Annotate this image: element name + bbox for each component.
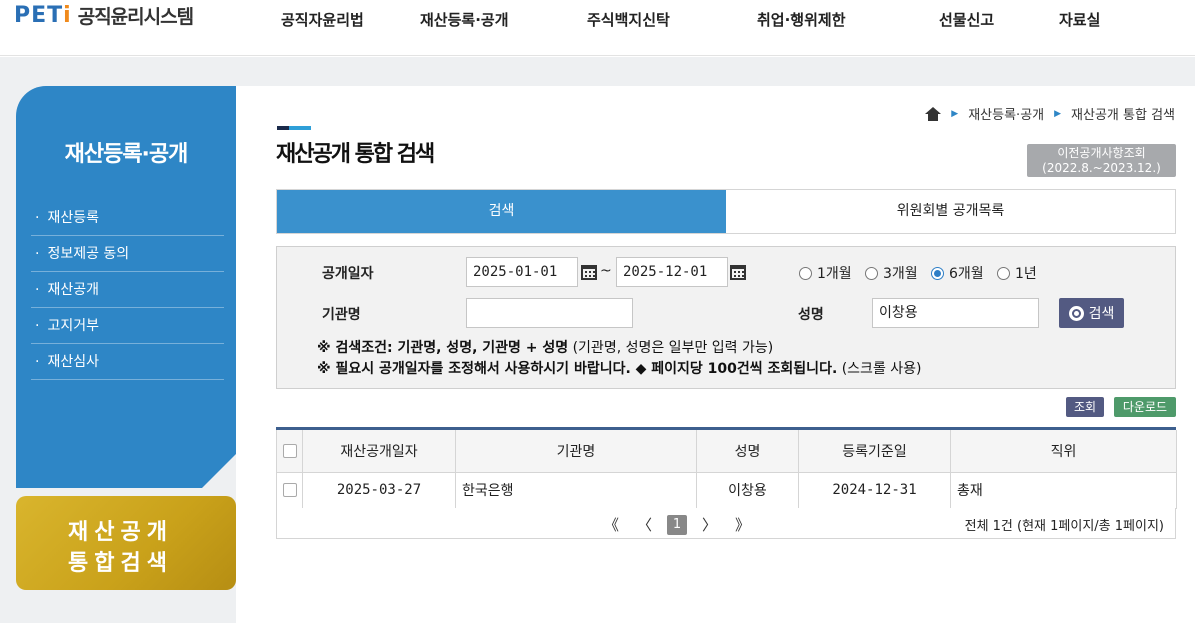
breadcrumb-separator-icon: ▶ — [951, 108, 959, 119]
calendar-icon[interactable] — [730, 265, 746, 280]
column-header-base-date[interactable]: 등록기준일 — [798, 430, 951, 473]
breadcrumb-separator-icon: ▶ — [1054, 108, 1062, 119]
banner-line-1: 재산공개 — [68, 520, 173, 545]
top-header: PETi 공직윤리시스템 공직자윤리법 재산등록·공개 주식백지신탁 취업·행위… — [0, 0, 1195, 56]
banner-line-2: 통합검색 — [68, 551, 173, 576]
name-input[interactable]: 이창용 — [872, 298, 1039, 328]
org-label: 기관명 — [322, 307, 361, 323]
select-all-header — [276, 430, 303, 473]
sidebar: 재산등록·공개 · 재산등록 · 정보제공 동의 · 재산공개 · 고지거부 · 재산심사 — [16, 86, 236, 488]
logo-peti: PETi — [14, 3, 72, 28]
row-checkbox-cell — [276, 471, 303, 509]
sidebar-item-registration[interactable]: · 재산등록 — [31, 200, 224, 236]
title-accent-bar — [277, 126, 311, 130]
search-condition-notice: ※ 검색조건: 기관명, 성명, 기관명 + 성명 (기관명, 성명은 일부만 … — [317, 340, 774, 356]
nav-item-ethics-law[interactable]: 공직자윤리법 — [281, 9, 364, 30]
date-from-input[interactable]: 2025-01-01 — [466, 257, 578, 287]
radio-icon — [997, 266, 1010, 280]
radio-icon — [865, 266, 878, 280]
query-button[interactable]: 조회 — [1066, 397, 1104, 417]
site-logo[interactable]: PETi 공직윤리시스템 — [14, 2, 194, 29]
grey-band — [0, 57, 1195, 86]
search-button[interactable]: 검색 — [1059, 298, 1124, 328]
previous-disclosure-button[interactable]: 이전공개사항조회 (2022.8.~2023.12.) — [1027, 144, 1176, 177]
current-page-button[interactable]: 1 — [667, 514, 688, 535]
date-label: 공개일자 — [322, 266, 374, 282]
nav-item-resources[interactable]: 자료실 — [1059, 9, 1100, 30]
table-header-row: 재산공개일자 기관명 성명 등록기준일 직위 — [276, 430, 1177, 473]
cell-position: 총재 — [950, 471, 1177, 509]
select-all-checkbox[interactable] — [282, 443, 297, 458]
sidebar-item-review[interactable]: · 재산심사 — [31, 344, 224, 380]
nav-item-employment-restriction[interactable]: 취업·행위제한 — [757, 9, 846, 30]
home-icon[interactable] — [925, 106, 942, 121]
date-to-input[interactable]: 2025-12-01 — [616, 257, 728, 287]
radio-icon — [799, 266, 812, 280]
sidebar-title: 재산등록·공개 — [64, 142, 189, 167]
cell-date: 2025-03-27 — [302, 471, 456, 509]
nav-item-property-registration[interactable]: 재산등록·공개 — [420, 9, 509, 30]
breadcrumb: ▶ 재산등록·공개 ▶ 재산공개 통합 검색 — [925, 104, 1175, 123]
next-page-icon[interactable]: 〉 — [702, 514, 717, 535]
period-radio-3month[interactable]: 3개월 — [865, 263, 918, 283]
total-count: 전체 1건 (현재 1페이지/총 1페이지) — [964, 519, 1164, 534]
page-title: 재산공개 통합 검색 — [276, 142, 435, 167]
breadcrumb-item-current: 재산공개 통합 검색 — [1071, 108, 1175, 123]
cell-name: 이창용 — [696, 471, 799, 509]
tab-bar: 검색 위원회별 공개목록 — [276, 189, 1176, 234]
last-page-icon[interactable]: 》 — [735, 514, 750, 535]
calendar-icon[interactable] — [581, 265, 597, 280]
sidebar-item-info-consent[interactable]: · 정보제공 동의 — [31, 236, 224, 272]
date-adjust-notice: ※ 필요시 공개일자를 조정해서 사용하시기 바랍니다. ◆ 페이지당 100건… — [317, 361, 922, 377]
nav-item-gift-report[interactable]: 선물신고 — [939, 9, 994, 30]
column-header-position[interactable]: 직위 — [950, 430, 1177, 473]
download-button[interactable]: 다운로드 — [1114, 397, 1176, 417]
name-label: 성명 — [798, 307, 824, 323]
nav-item-blind-trust[interactable]: 주식백지신탁 — [587, 9, 670, 30]
org-input[interactable] — [466, 298, 633, 328]
tab-search[interactable]: 검색 — [277, 190, 726, 233]
pagination: 《 〈 1 〉 》 — [595, 514, 759, 535]
column-header-name[interactable]: 성명 — [696, 430, 799, 473]
search-panel: 공개일자 2025-01-01 ~ 2025-12-01 1개월 3개월 6개월… — [276, 246, 1176, 389]
sidebar-menu: · 재산등록 · 정보제공 동의 · 재산공개 · 고지거부 · 재산심사 — [31, 200, 224, 380]
first-page-icon[interactable]: 《 — [604, 514, 619, 535]
radio-selected-icon — [931, 266, 944, 280]
pagination-bar: 《 〈 1 〉 》 전체 1건 (현재 1페이지/총 1페이지) — [276, 508, 1176, 539]
sidebar-item-refusal[interactable]: · 고지거부 — [31, 308, 224, 344]
results-table: 재산공개일자 기관명 성명 등록기준일 직위 2025-03-27 한국은행 이… — [276, 427, 1177, 509]
breadcrumb-item-section[interactable]: 재산등록·공개 — [968, 104, 1044, 123]
column-header-org[interactable]: 기관명 — [455, 430, 697, 473]
period-radio-1month[interactable]: 1개월 — [799, 263, 852, 283]
column-header-date[interactable]: 재산공개일자 — [302, 430, 456, 473]
tab-committee-list[interactable]: 위원회별 공개목록 — [726, 190, 1175, 233]
table-row[interactable]: 2025-03-27 한국은행 이창용 2024-12-31 총재 — [276, 471, 1177, 509]
cell-base-date: 2024-12-31 — [798, 471, 951, 509]
logo-system-name: 공직윤리시스템 — [77, 6, 194, 28]
period-radio-1year[interactable]: 1년 — [997, 263, 1037, 283]
sidebar-item-disclosure[interactable]: · 재산공개 — [31, 272, 224, 308]
row-checkbox[interactable] — [282, 483, 297, 497]
prev-page-icon[interactable]: 〈 — [637, 514, 652, 535]
cell-org: 한국은행 — [455, 471, 697, 509]
search-icon — [1068, 305, 1084, 321]
integrated-search-banner[interactable]: 재산공개 통합검색 — [16, 496, 236, 590]
date-range-separator: ~ — [600, 263, 612, 279]
period-radio-6month[interactable]: 6개월 — [931, 263, 984, 283]
